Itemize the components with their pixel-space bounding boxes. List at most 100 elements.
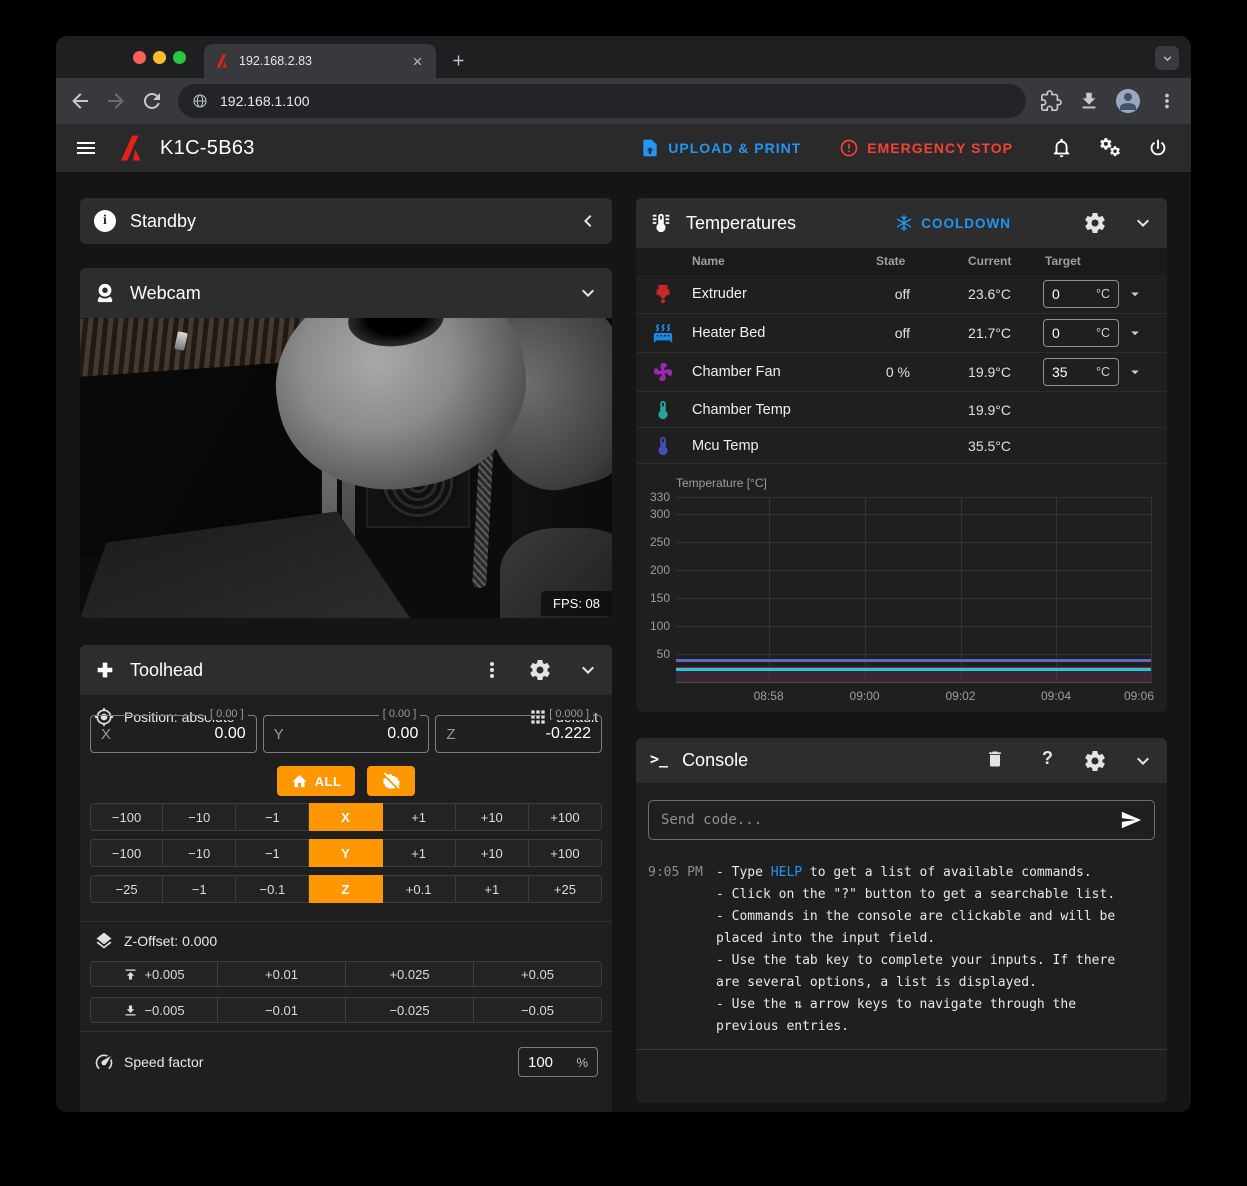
jog-button[interactable]: −1 [236, 803, 309, 831]
chart-gridline [676, 542, 1151, 543]
toolhead-collapse-icon[interactable] [576, 658, 600, 682]
url-bar[interactable]: 192.168.1.100 [178, 84, 1026, 118]
tab-close-icon[interactable] [408, 52, 426, 70]
console-settings-icon[interactable] [1083, 749, 1107, 773]
home-y-button[interactable]: Y [309, 839, 382, 867]
console-input[interactable] [661, 812, 1120, 828]
extruder-target-input[interactable]: 0 °C [1043, 280, 1119, 308]
emergency-stop-button[interactable]: EMERGENCY STOP [827, 130, 1025, 166]
z-offset-down-button[interactable]: −0.025 [346, 997, 474, 1023]
power-icon[interactable] [1147, 137, 1169, 159]
jog-button[interactable]: −10 [163, 803, 236, 831]
home-x-button[interactable]: X [309, 803, 382, 831]
app-logo[interactable] [116, 133, 146, 163]
jog-button[interactable]: +100 [529, 839, 602, 867]
jog-button[interactable]: −0.1 [236, 875, 309, 903]
console-help-icon[interactable]: ? [1042, 748, 1053, 772]
jog-button[interactable]: +1 [383, 839, 456, 867]
browser-tab[interactable]: 192.168.2.83 [204, 44, 436, 78]
z-offset-up-button[interactable]: +0.01 [218, 961, 346, 987]
cooldown-button[interactable]: COOLDOWN [895, 198, 1011, 248]
chart-gridline [676, 570, 1151, 571]
temp-row-chamber-temp: Chamber Temp 19.9°C [636, 392, 1167, 428]
home-z-button[interactable]: Z [309, 875, 382, 903]
printer-name: K1C-5B63 [160, 137, 255, 160]
forward-icon[interactable] [104, 89, 128, 113]
y-position-field[interactable]: [ 0.00 ] Y 0.00 [263, 715, 430, 753]
console-clear-icon[interactable] [985, 749, 1005, 769]
jog-button[interactable]: −1 [163, 875, 236, 903]
jog-button[interactable]: −1 [236, 839, 309, 867]
motors-off-button[interactable] [367, 766, 415, 796]
notifications-bell-icon[interactable] [1051, 137, 1073, 159]
x-position-field[interactable]: [ 0.00 ] X 0.00 [90, 715, 257, 753]
back-icon[interactable] [68, 89, 92, 113]
console-help-link[interactable]: HELP [771, 865, 802, 880]
heater-bed-preset-caret-icon[interactable] [1126, 324, 1144, 342]
extensions-icon[interactable] [1040, 90, 1062, 112]
jog-button[interactable]: +1 [456, 875, 529, 903]
jog-button[interactable]: −100 [90, 803, 163, 831]
temp-row-extruder[interactable]: Extruder off 23.6°C 0 °C [636, 275, 1167, 314]
jog-button[interactable]: +10 [456, 803, 529, 831]
toolhead-menu-icon[interactable] [480, 658, 504, 682]
chart-xtick: 09:02 [946, 689, 976, 703]
downloads-icon[interactable] [1078, 90, 1100, 112]
extruder-preset-caret-icon[interactable] [1126, 285, 1144, 303]
send-icon[interactable] [1120, 809, 1142, 831]
home-all-button[interactable]: ALL [277, 766, 356, 796]
chart-gridline [1151, 497, 1152, 682]
tab-search-button[interactable] [1155, 46, 1179, 70]
z-offset-down-button[interactable]: −0.05 [474, 997, 602, 1023]
window-minimize-button[interactable] [153, 51, 166, 64]
browser-menu-icon[interactable] [1156, 90, 1178, 112]
toolhead-settings-icon[interactable] [528, 658, 552, 682]
z-offset-up-button[interactable]: +0.025 [346, 961, 474, 987]
chart-ytick: 300 [650, 507, 670, 521]
window-close-button[interactable] [133, 51, 146, 64]
z-offset-up-button[interactable]: +0.05 [474, 961, 602, 987]
z-offset-down-button[interactable]: −0.005 [90, 997, 218, 1023]
temp-row-chamber-fan[interactable]: Chamber Fan 0 % 19.9°C 35 °C [636, 353, 1167, 392]
site-info-icon[interactable] [192, 93, 208, 109]
upload-print-button[interactable]: UPLOAD & PRINT [628, 130, 813, 166]
fan-icon [652, 361, 674, 383]
webcam-icon [94, 282, 116, 304]
chamber-fan-target-input[interactable]: 35 °C [1043, 358, 1119, 386]
heater-bed-target-input[interactable]: 0 °C [1043, 319, 1119, 347]
profile-avatar[interactable] [1116, 89, 1140, 113]
console-collapse-icon[interactable] [1131, 749, 1155, 773]
temperature-chart[interactable]: Temperature [°C] 5010015020025030033008:… [636, 470, 1167, 712]
z-offset-down-button[interactable]: −0.01 [218, 997, 346, 1023]
temps-settings-icon[interactable] [1083, 211, 1107, 235]
temperatures-panel: Temperatures COOLDOWN Name State Current… [636, 198, 1167, 712]
interface-settings-icon[interactable] [1099, 137, 1121, 159]
menu-icon[interactable] [74, 136, 98, 160]
chart-ytick: 150 [650, 591, 670, 605]
console-log: 9:05 PM - Type HELP to get a list of ava… [648, 862, 1155, 1038]
jog-button[interactable]: −25 [90, 875, 163, 903]
jog-button[interactable]: +25 [529, 875, 602, 903]
temp-row-heater-bed[interactable]: Heater Bed off 21.7°C 0 °C [636, 314, 1167, 353]
status-collapse-icon[interactable] [576, 209, 600, 233]
new-tab-button[interactable] [444, 46, 472, 74]
thermometer-icon [652, 399, 674, 421]
jog-button[interactable]: +100 [529, 803, 602, 831]
jog-button[interactable]: +0.1 [383, 875, 456, 903]
jog-button[interactable]: +1 [383, 803, 456, 831]
reload-icon[interactable] [140, 89, 164, 113]
jog-button[interactable]: +10 [456, 839, 529, 867]
z-position-field[interactable]: [ 0.000 ] Z -0.222 [435, 715, 602, 753]
file-upload-icon [640, 138, 660, 158]
webcam-collapse-icon[interactable] [576, 281, 600, 305]
jog-button[interactable]: −10 [163, 839, 236, 867]
speed-factor-input[interactable]: 100 % [518, 1047, 598, 1077]
jog-button[interactable]: −100 [90, 839, 163, 867]
chamber-fan-preset-caret-icon[interactable] [1126, 363, 1144, 381]
temps-collapse-icon[interactable] [1131, 211, 1155, 235]
browser-toolbar: 192.168.1.100 [56, 78, 1191, 124]
engine-off-icon [381, 771, 401, 791]
z-offset-up-button[interactable]: +0.005 [90, 961, 218, 987]
window-zoom-button[interactable] [173, 51, 186, 64]
chart-gridline [865, 497, 866, 682]
